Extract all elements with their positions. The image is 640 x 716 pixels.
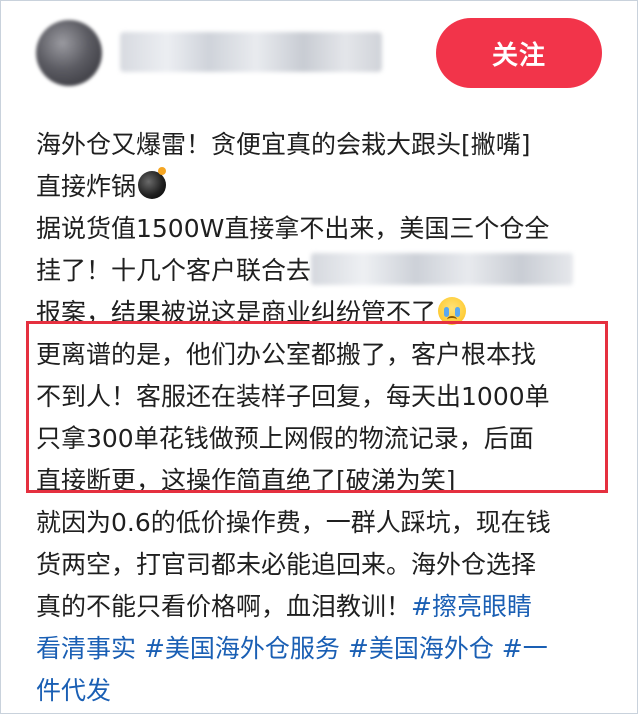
post-text: 不到人！客服还在装样子回复，每天出1000单 <box>36 382 550 411</box>
post-line: 只拿300单花钱做预上网假的物流记录，后面 <box>36 418 616 460</box>
post-line: 据说货值1500W直接拿不出来，美国三个仓全 <box>36 208 616 250</box>
post-line: 真的不能只看价格啊，血泪教训！#擦亮眼睛 <box>36 586 616 628</box>
post-text: 更离谱的是，他们办公室都搬了，客户根本找 <box>36 340 537 369</box>
post-line: 件代发 <box>36 670 616 712</box>
post-line: 直接炸锅 <box>36 166 616 208</box>
post-line: 货两空，打官司都未必能追回来。海外仓选择 <box>36 544 616 586</box>
post-text: 货两空，打官司都未必能追回来。海外仓选择 <box>36 550 537 579</box>
post-header: 关注 <box>0 0 640 104</box>
post-text: 就因为0.6的低价操作费，一群人踩坑，现在钱 <box>36 508 551 537</box>
post-line: 直接断更，这操作简直绝了[破涕为笑] <box>36 460 616 502</box>
post-text: 直接断更，这操作简直绝了[破涕为笑] <box>36 466 456 495</box>
post-line: 海外仓又爆雷！贪便宜真的会栽大跟头[撇嘴] <box>36 124 616 166</box>
follow-button[interactable]: 关注 <box>436 18 602 88</box>
hashtag-link[interactable]: 看清事实 <box>36 634 136 663</box>
post-text: 报案，结果被说这是商业纠纷管不了 <box>36 298 437 327</box>
post-text: 挂了！十几个客户联合去 <box>36 256 312 285</box>
post-line: 看清事实 #美国海外仓服务 #美国海外仓 #一 <box>36 628 616 670</box>
post-line: 不到人！客服还在装样子回复，每天出1000单 <box>36 376 616 418</box>
post-text: 直接炸锅 <box>36 172 137 201</box>
post-text: 据说货值1500W直接拿不出来，美国三个仓全 <box>36 214 550 243</box>
avatar[interactable] <box>36 20 102 86</box>
post-line: 挂了！十几个客户联合去 <box>36 250 616 292</box>
post-text: 真的不能只看价格啊，血泪教训！ <box>36 592 412 621</box>
crying-face-emoji-icon <box>438 297 467 325</box>
hashtag-link[interactable]: 件代发 <box>36 676 111 705</box>
hashtag-link[interactable]: #一 <box>502 634 548 663</box>
hashtag-link[interactable]: #美国海外仓服务 <box>144 634 340 663</box>
post-line: 就因为0.6的低价操作费，一群人踩坑，现在钱 <box>36 502 616 544</box>
post-line: 报案，结果被说这是商业纠纷管不了 <box>36 292 616 334</box>
post-text: 海外仓又爆雷！贪便宜真的会栽大跟头[撇嘴] <box>36 130 531 159</box>
blurred-text <box>311 253 574 285</box>
bomb-emoji-icon <box>138 167 167 199</box>
username-blurred[interactable] <box>120 32 382 72</box>
post-line: 更离谱的是，他们办公室都搬了，客户根本找 <box>36 334 616 376</box>
hashtag-link[interactable]: #美国海外仓 <box>348 634 494 663</box>
post-text: 只拿300单花钱做预上网假的物流记录，后面 <box>36 424 534 453</box>
post-body: 海外仓又爆雷！贪便宜真的会栽大跟头[撇嘴] 直接炸锅 据说货值1500W直接拿不… <box>36 124 616 712</box>
hashtag-link[interactable]: #擦亮眼睛 <box>411 592 532 621</box>
